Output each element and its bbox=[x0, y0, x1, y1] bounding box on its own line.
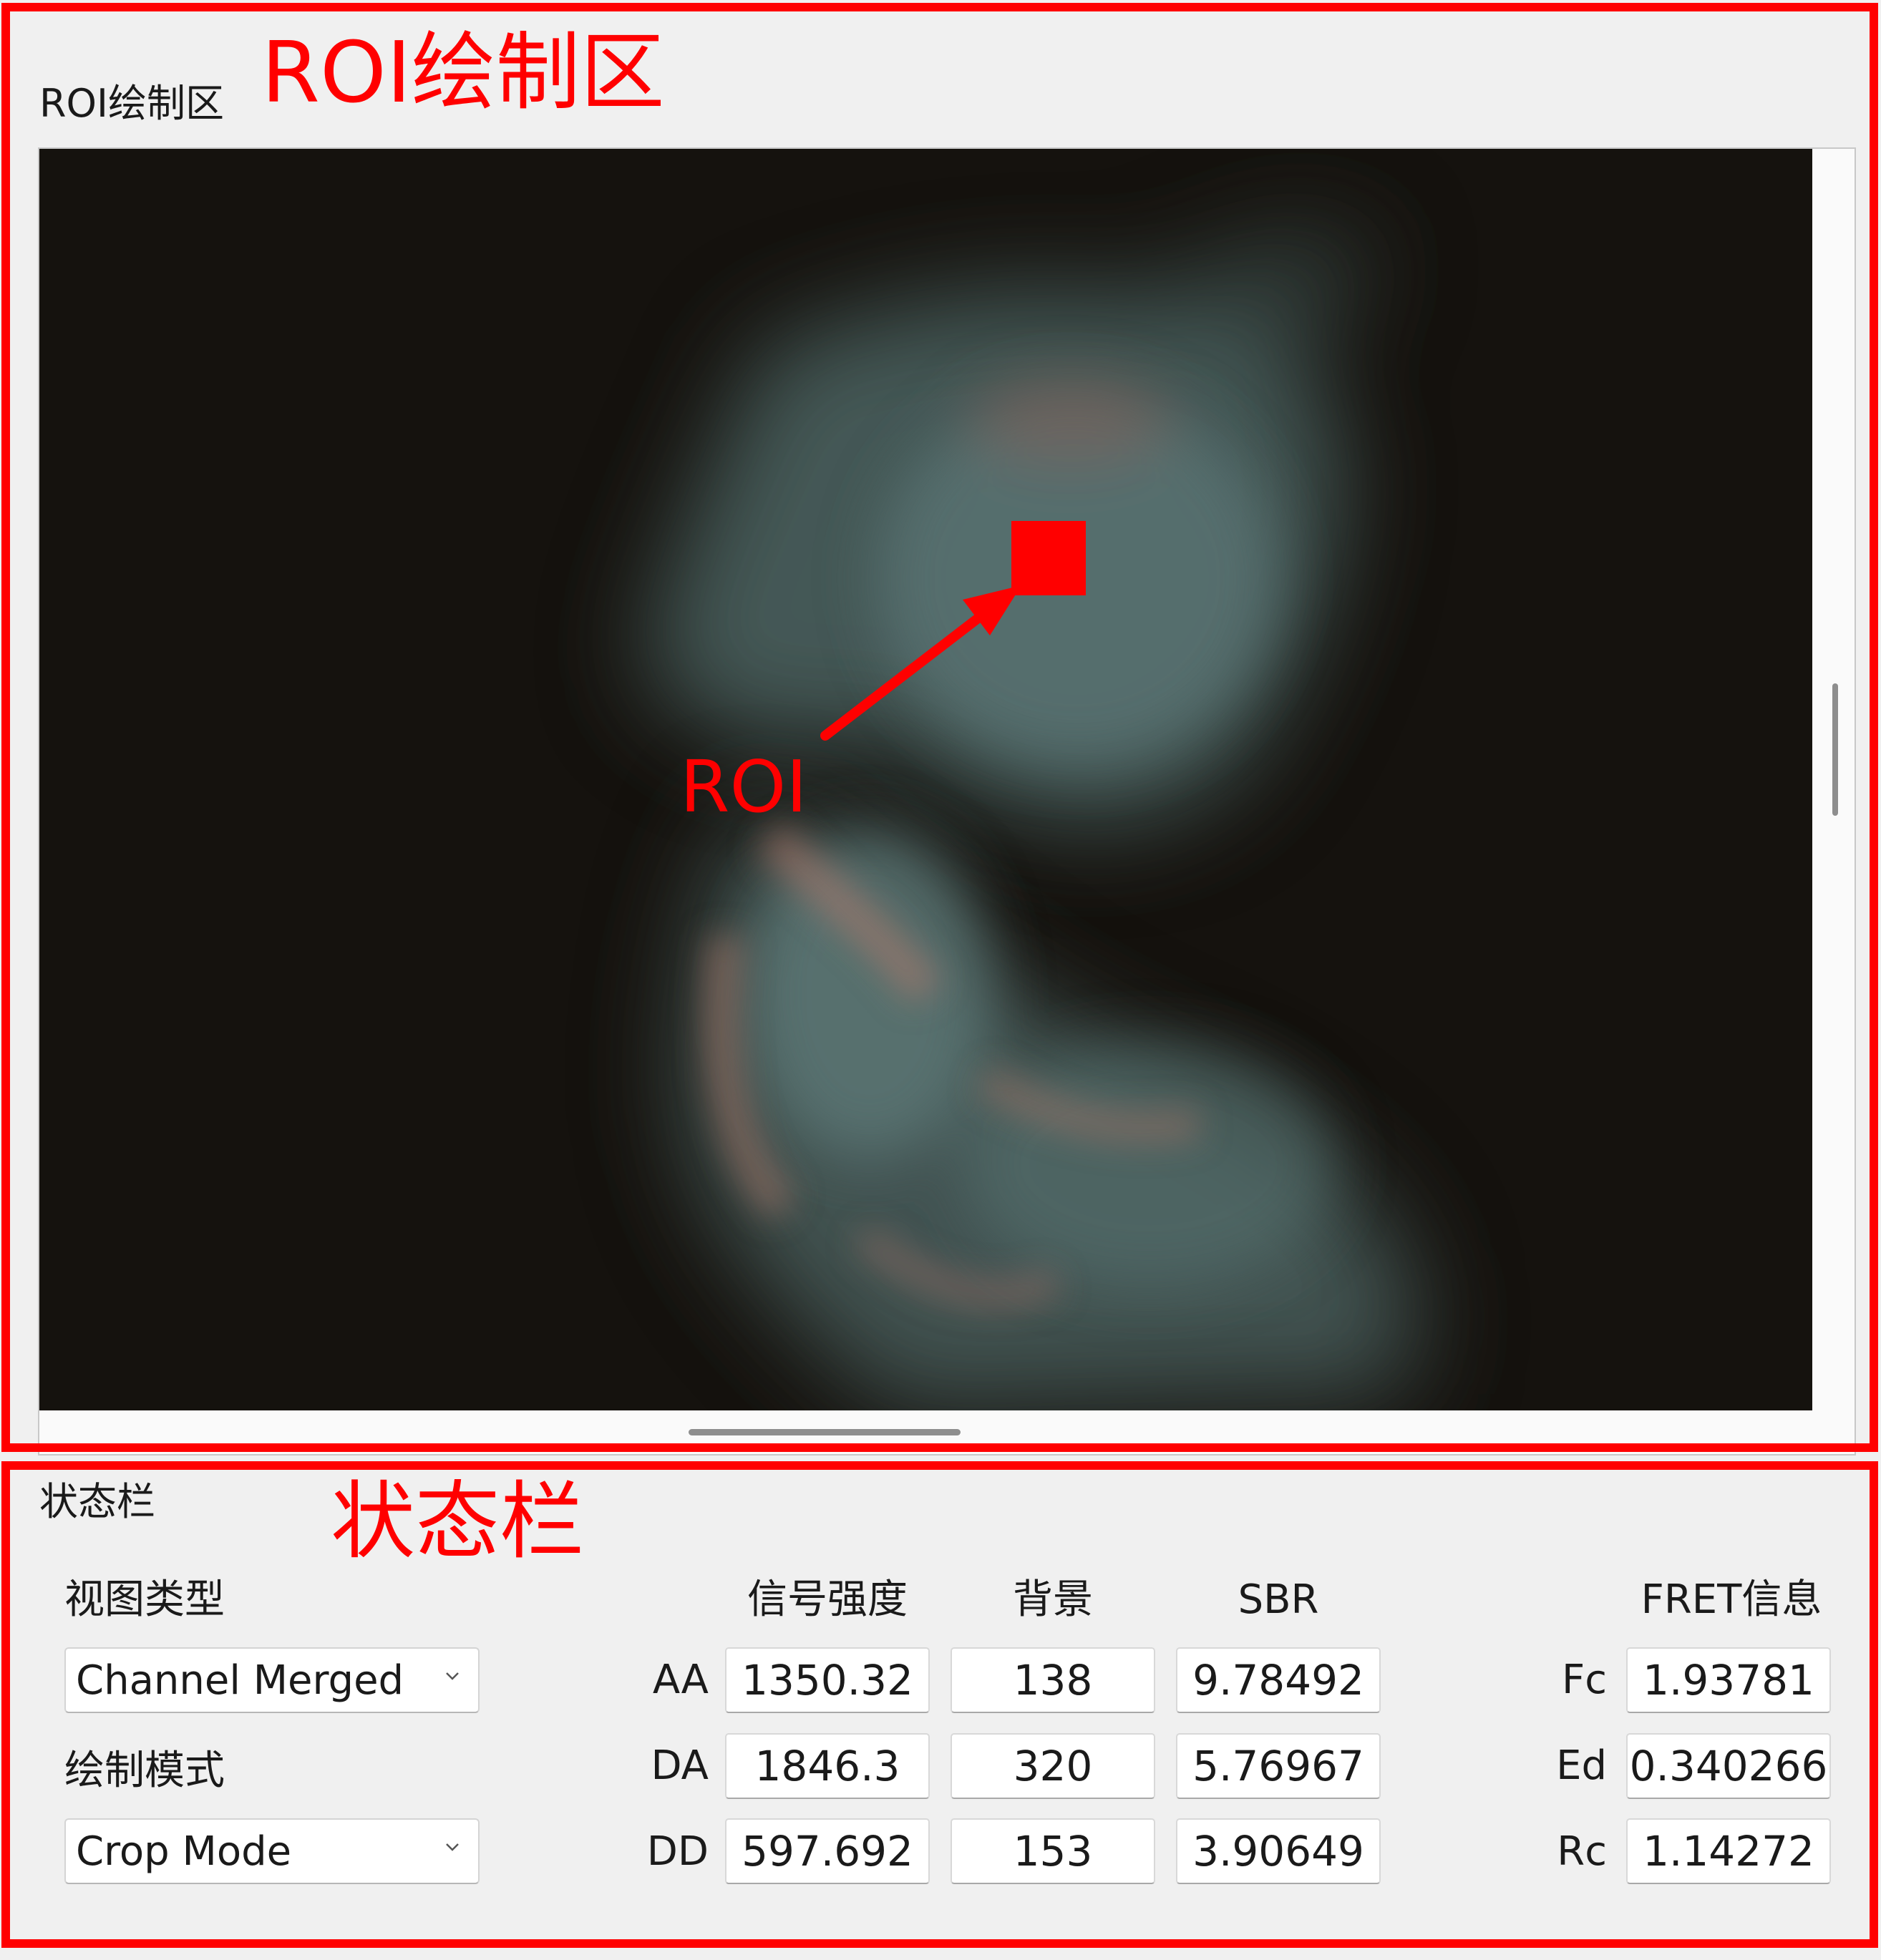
aa-background-field[interactable]: 138 bbox=[951, 1647, 1155, 1713]
view-type-label: 视图类型 bbox=[64, 1576, 225, 1623]
ed-field[interactable]: 0.340266 bbox=[1626, 1733, 1831, 1799]
aa-signal-field[interactable]: 1350.32 bbox=[725, 1647, 930, 1713]
row-label-aa: AA bbox=[652, 1657, 709, 1703]
draw-mode-select[interactable]: Crop Mode bbox=[64, 1818, 480, 1884]
signal-column-header: 信号强度 bbox=[747, 1576, 908, 1623]
row-label-da: DA bbox=[651, 1742, 709, 1789]
da-background-field[interactable]: 320 bbox=[951, 1733, 1155, 1799]
roi-annotation-label: ROI bbox=[680, 745, 807, 829]
chevron-down-icon bbox=[446, 1843, 459, 1851]
fret-label-ed: Ed bbox=[1556, 1742, 1607, 1789]
draw-mode-label: 绘制模式 bbox=[64, 1747, 225, 1794]
da-signal-field[interactable]: 1846.3 bbox=[725, 1733, 930, 1799]
view-type-select[interactable]: Channel Merged bbox=[64, 1647, 480, 1713]
dd-sbr-field[interactable]: 3.90649 bbox=[1176, 1818, 1381, 1884]
aa-sbr-field[interactable]: 9.78492 bbox=[1176, 1647, 1381, 1713]
roi-group-title: ROI绘制区 bbox=[39, 81, 224, 126]
dd-signal-field[interactable]: 597.692 bbox=[725, 1818, 930, 1884]
dd-background-field[interactable]: 153 bbox=[951, 1818, 1155, 1884]
sbr-column-header: SBR bbox=[1238, 1576, 1319, 1623]
rc-field[interactable]: 1.14272 bbox=[1626, 1818, 1831, 1884]
horizontal-scrollbar[interactable] bbox=[689, 1429, 961, 1435]
draw-mode-value: Crop Mode bbox=[76, 1828, 292, 1875]
da-sbr-field[interactable]: 5.76967 bbox=[1176, 1733, 1381, 1799]
fret-label-rc: Rc bbox=[1557, 1828, 1607, 1875]
microscopy-image bbox=[39, 149, 1812, 1410]
chevron-down-icon bbox=[446, 1672, 459, 1680]
background-column-header: 背景 bbox=[1013, 1576, 1093, 1623]
view-type-value: Channel Merged bbox=[76, 1657, 404, 1704]
fret-label-fc: Fc bbox=[1562, 1657, 1607, 1703]
roi-area-annotation-title: ROI绘制区 bbox=[261, 23, 665, 122]
status-group-title: 状态栏 bbox=[39, 1479, 155, 1524]
row-label-dd: DD bbox=[646, 1828, 709, 1875]
fret-column-header: FRET信息 bbox=[1641, 1576, 1822, 1623]
fc-field[interactable]: 1.93781 bbox=[1626, 1647, 1831, 1713]
image-canvas[interactable] bbox=[39, 149, 1812, 1410]
status-bar-annotation-title: 状态栏 bbox=[331, 1472, 585, 1571]
roi-marker[interactable] bbox=[1011, 521, 1086, 595]
vertical-scrollbar[interactable] bbox=[1832, 683, 1838, 816]
